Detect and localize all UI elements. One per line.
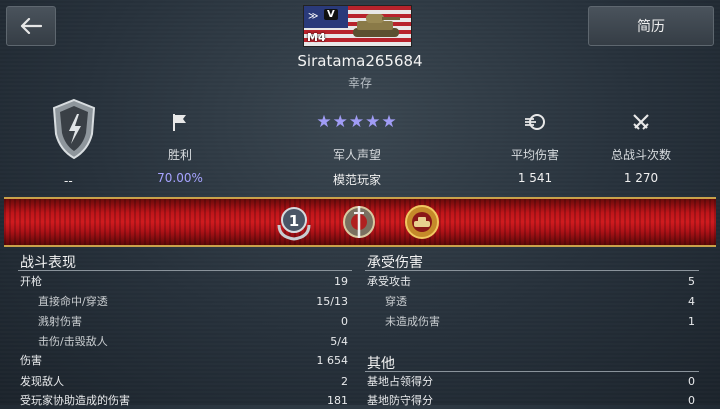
stat-avg-damage: 平均伤害 1 541 <box>495 108 575 185</box>
stat-row: 受玩家协助造成的伤害 181 <box>20 393 348 409</box>
stat-value: 模范玩家 <box>332 173 381 187</box>
row-label: 受玩家协助造成的伤害 <box>20 394 130 407</box>
stat-row: 击伤/击毁敌人 5/4 <box>38 334 348 350</box>
stat-reputation: ★★★★★ 军人声望 模范玩家 <box>297 108 417 188</box>
stat-value: 1 541 <box>517 171 553 185</box>
section-title-other: 其他 <box>367 356 395 372</box>
mastery-1-medal[interactable]: 1 <box>275 203 313 241</box>
svg-text:1: 1 <box>289 212 299 230</box>
row-value: 4 <box>688 295 695 308</box>
sword-medal[interactable] <box>340 203 378 241</box>
rank-chevron-icon: ≫ <box>308 11 319 22</box>
stat-row: 承受攻击 5 <box>367 274 695 290</box>
profile-button[interactable]: 简历 <box>588 6 714 46</box>
row-value: 181 <box>327 394 348 407</box>
row-value: 0 <box>688 375 695 388</box>
stat-label: 军人声望 <box>332 148 381 162</box>
row-value: 5 <box>688 275 695 288</box>
arrow-left-icon <box>20 18 42 34</box>
row-value: 0 <box>688 394 695 407</box>
stars-icon: ★★★★★ <box>316 112 398 132</box>
section-title-received: 承受伤害 <box>367 255 423 271</box>
row-value: 19 <box>334 275 348 288</box>
row-label: 击伤/击毁敌人 <box>38 335 108 348</box>
row-label: 穿透 <box>385 295 407 308</box>
row-label: 未造成伤害 <box>385 315 440 328</box>
row-label: 承受攻击 <box>367 275 411 288</box>
damage-icon <box>525 114 545 130</box>
row-label: 开枪 <box>20 275 42 288</box>
row-value: 0 <box>341 315 348 328</box>
stat-value: 1 270 <box>623 171 659 185</box>
stat-row: 直接命中/穿透 15/13 <box>38 294 348 310</box>
row-label: 伤害 <box>20 354 42 367</box>
row-value: 2 <box>341 375 348 388</box>
row-value: 1 654 <box>316 354 349 367</box>
row-label: 溅射伤害 <box>38 315 82 328</box>
medal-banner: 1 <box>4 197 716 247</box>
stat-row: 基地占领得分 0 <box>367 374 695 390</box>
stat-row: 发现敌人 2 <box>20 374 348 390</box>
stat-label: 平均伤害 <box>510 148 559 162</box>
stat-row: 开枪 19 <box>20 274 348 290</box>
row-label: 直接命中/穿透 <box>38 295 108 308</box>
tank-medal[interactable] <box>403 203 441 241</box>
back-button[interactable] <box>6 6 56 46</box>
row-label: 基地防守得分 <box>367 394 433 407</box>
row-label: 发现敌人 <box>20 375 64 388</box>
stat-row: 伤害 1 654 <box>20 353 348 369</box>
stat-label: 总战斗次数 <box>610 148 671 162</box>
stat-label: 胜利 <box>167 148 192 162</box>
status-text: 幸存 <box>347 76 372 90</box>
section-title-battle: 战斗表现 <box>20 255 76 271</box>
row-value: 5/4 <box>330 335 348 348</box>
stat-wins: 胜利 70.00% <box>140 108 220 185</box>
row-label: 基地占领得分 <box>367 375 433 388</box>
section-divider <box>365 371 699 372</box>
stat-row: 未造成伤害 1 <box>385 314 695 330</box>
crossed-swords-icon <box>633 114 649 130</box>
rank-value: -- <box>64 174 73 188</box>
stat-row: 基地防守得分 0 <box>367 393 695 409</box>
tank-tier: V <box>324 9 338 20</box>
stat-row: 穿透 4 <box>385 294 695 310</box>
section-divider <box>365 270 699 271</box>
stat-value: 70.00% <box>157 171 203 185</box>
tank-card: ≫ V M4 <box>303 5 412 47</box>
stat-row: 溅射伤害 0 <box>38 314 348 330</box>
flag-icon <box>173 114 186 131</box>
tank-name: M4 <box>307 31 326 44</box>
row-value: 15/13 <box>316 295 348 308</box>
stat-total-battles: 总战斗次数 1 270 <box>600 108 682 185</box>
section-divider <box>18 270 352 271</box>
tank-icon <box>353 14 400 37</box>
shield-rank-icon <box>52 98 96 160</box>
row-value: 1 <box>688 315 695 328</box>
player-name: Siratama265684 <box>297 52 423 70</box>
